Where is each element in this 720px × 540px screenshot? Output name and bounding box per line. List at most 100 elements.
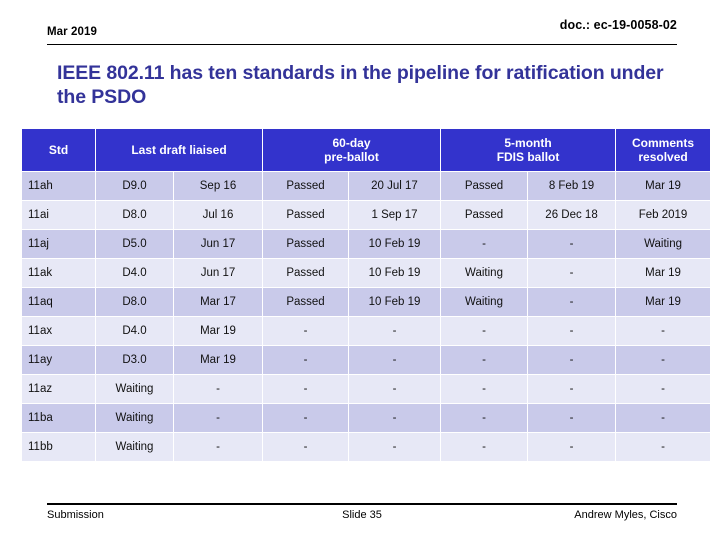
cell-draft-date: - — [174, 404, 262, 432]
fdis-ballot-line1: 5-month — [504, 136, 552, 150]
cell-preballot-date: - — [349, 375, 441, 403]
cell-draft-version: D4.0 — [96, 317, 173, 345]
table-header-row: Std Last draft liaised 60-day pre-ballot… — [22, 129, 711, 171]
column-header-last-draft-liaised: Last draft liaised — [96, 129, 262, 171]
cell-comments-resolved: Feb 2019 — [616, 201, 711, 229]
cell-draft-version: D4.0 — [96, 259, 173, 287]
cell-fdis-result: Waiting — [441, 288, 528, 316]
cell-preballot-result: - — [263, 375, 348, 403]
cell-draft-version: Waiting — [96, 375, 173, 403]
cell-fdis-result: - — [441, 317, 528, 345]
table-row: 11ay D3.0 Mar 19- - - - - — [22, 346, 711, 374]
cell-preballot-result: Passed — [263, 288, 348, 316]
header-divider — [47, 44, 677, 45]
cell-fdis-result: - — [441, 230, 528, 258]
table-row: 11ah D9.0 Sep 16 Passed 20 Jul 17 Passed 8 Feb… — [22, 172, 711, 200]
cell-fdis-result: Passed — [441, 201, 528, 229]
cell-fdis-result: Passed — [441, 172, 528, 200]
cell-fdis-result: Waiting — [441, 259, 528, 287]
cell-preballot-result: - — [263, 346, 348, 374]
cell-draft-date: - — [174, 433, 262, 461]
cell-fdis-result: - — [441, 375, 528, 403]
cell-draft-date: - — [174, 375, 262, 403]
table-row: 11ak D4.0 Jun 17 Passed 10 Feb 19 Waiting - Mar… — [22, 259, 711, 287]
cell-preballot-result: - — [263, 317, 348, 345]
cell-preballot-result: - — [263, 404, 348, 432]
cell-fdis-result: - — [441, 433, 528, 461]
cell-fdis-date: - — [528, 259, 616, 287]
cell-std: 11aj — [22, 230, 95, 258]
comments-line1: Comments — [632, 136, 695, 150]
table-row: 11bb Waiting - - - - - - — [22, 433, 711, 461]
table-row: 11ax D4.0 Mar 19- - - - - — [22, 317, 711, 345]
column-header-std: Std — [22, 129, 95, 171]
cell-fdis-date: 26 Dec 18 — [528, 201, 616, 229]
cell-preballot-date: - — [349, 346, 441, 374]
cell-preballot-date: 1 Sep 17 — [349, 201, 441, 229]
cell-preballot-result: Passed — [263, 230, 348, 258]
column-header-fdis-ballot: 5-month FDIS ballot — [441, 129, 616, 171]
cell-fdis-date: - — [528, 433, 616, 461]
table-row: 11az Waiting - - - - - - — [22, 375, 711, 403]
cell-comments-resolved: - — [616, 404, 711, 432]
cell-preballot-date: 10 Feb 19 — [349, 288, 441, 316]
cell-comments-resolved: Mar 19 — [616, 288, 711, 316]
cell-fdis-date: - — [528, 288, 616, 316]
cell-std: 11aq — [22, 288, 95, 316]
header-document-number: doc.: ec-19-0058-02 — [559, 18, 677, 32]
cell-draft-date: Jun 17 — [174, 230, 262, 258]
cell-comments-resolved: - — [616, 317, 711, 345]
cell-preballot-date: - — [349, 433, 441, 461]
table-row: 11ba Waiting - - - - - - — [22, 404, 711, 432]
pre-ballot-line1: 60-day — [332, 136, 371, 150]
table-row: 11aj D5.0 Jun 17 Passed 10 Feb 19- - Waiting — [22, 230, 711, 258]
cell-fdis-result: - — [441, 404, 528, 432]
cell-fdis-date: - — [528, 230, 616, 258]
table-header: Std Last draft liaised 60-day pre-ballot… — [22, 129, 711, 171]
comments-line2: resolved — [638, 150, 688, 164]
cell-draft-date: Mar 19 — [174, 346, 262, 374]
cell-comments-resolved: - — [616, 375, 711, 403]
cell-preballot-result: Passed — [263, 172, 348, 200]
pre-ballot-line2: pre-ballot — [324, 150, 379, 164]
cell-draft-date: Jun 17 — [174, 259, 262, 287]
cell-comments-resolved: Mar 19 — [616, 172, 711, 200]
cell-draft-version: Waiting — [96, 433, 173, 461]
cell-preballot-date: 20 Jul 17 — [349, 172, 441, 200]
slide-header: Mar 2019 doc.: ec-19-0058-02 — [47, 18, 677, 48]
cell-fdis-date: - — [528, 346, 616, 374]
cell-fdis-date: - — [528, 404, 616, 432]
cell-draft-version: D5.0 — [96, 230, 173, 258]
header-date: Mar 2019 — [47, 26, 98, 38]
cell-std: 11ah — [22, 172, 95, 200]
cell-fdis-date: 8 Feb 19 — [528, 172, 616, 200]
cell-comments-resolved: Mar 19 — [616, 259, 711, 287]
cell-fdis-date: - — [528, 375, 616, 403]
cell-std: 11az — [22, 375, 95, 403]
cell-std: 11ax — [22, 317, 95, 345]
footer-divider — [47, 503, 677, 505]
table-row: 11aq D8.0 Mar 17 Passed 10 Feb 19 Waiting - Mar… — [22, 288, 711, 316]
cell-std: 11ai — [22, 201, 95, 229]
page-title: IEEE 802.11 has ten standards in the pip… — [57, 62, 664, 108]
table-body: 11ah D9.0 Sep 16 Passed 20 Jul 17 Passed 8 Feb… — [22, 172, 711, 461]
cell-draft-date: Mar 17 — [174, 288, 262, 316]
column-header-comments-resolved: Comments resolved — [616, 129, 711, 171]
cell-preballot-result: - — [263, 433, 348, 461]
cell-fdis-date: - — [528, 317, 616, 345]
cell-draft-date: Mar 19 — [174, 317, 262, 345]
cell-draft-version: Waiting — [96, 404, 173, 432]
cell-draft-date: Jul 16 — [174, 201, 262, 229]
cell-preballot-result: Passed — [263, 259, 348, 287]
cell-preballot-result: Passed — [263, 201, 348, 229]
cell-preballot-date: - — [349, 317, 441, 345]
footer-author: Andrew Myles, Cisco — [574, 509, 677, 521]
cell-comments-resolved: Waiting — [616, 230, 711, 258]
cell-std: 11ay — [22, 346, 95, 374]
cell-std: 11ba — [22, 404, 95, 432]
cell-preballot-date: 10 Feb 19 — [349, 259, 441, 287]
standards-pipeline-table: Std Last draft liaised 60-day pre-ballot… — [21, 128, 711, 462]
cell-draft-version: D8.0 — [96, 288, 173, 316]
column-header-pre-ballot: 60-day pre-ballot — [263, 129, 441, 171]
slide-footer: Submission Slide 35 Andrew Myles, Cisco — [47, 503, 677, 525]
